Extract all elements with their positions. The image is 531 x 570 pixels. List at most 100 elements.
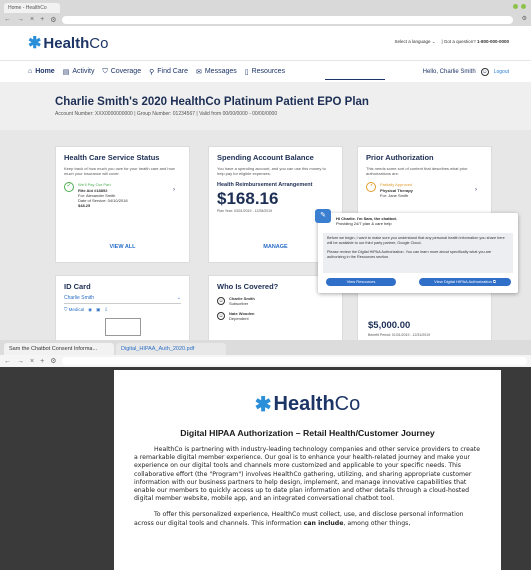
view-resources-button[interactable]: View Resources <box>326 278 396 286</box>
chevron-down-icon: ⌄ <box>176 295 181 301</box>
authorization-patient: For: Jane Smith <box>380 192 409 198</box>
id-card-actions: ⛉ Medical ◉ ▣ ⇩ <box>64 307 181 313</box>
nav-item-home[interactable]: ⌂ Home <box>28 68 55 75</box>
member-row[interactable]: ☺ Nate Wooden Dependent <box>217 311 334 321</box>
minimize-dot-icon[interactable] <box>513 4 518 9</box>
authorization-item[interactable]: ◔ Partially Approved Physical Therapy Fo… <box>366 182 483 198</box>
authorization-service: Physical Therapy <box>380 187 413 193</box>
claim-amount: $48.25 <box>78 203 91 209</box>
phone-number[interactable]: 1-800-000-0000 <box>477 39 509 44</box>
member-row[interactable]: ☺ Charlie Smith Subscriber <box>217 296 334 306</box>
search-icon: ⚲ <box>149 68 155 76</box>
chatbot-header: Hi Charlie. I'm Sam, the chatbot. Provid… <box>336 216 397 226</box>
chat-bubble-icon[interactable]: ✎ <box>315 209 331 223</box>
benefit-amount: $5,000.00 <box>368 320 411 331</box>
document-icon: ▯ <box>244 68 249 76</box>
settings-icon[interactable]: ⚙ <box>50 357 56 365</box>
id-card-card: ID Card Charlie Smith ⌄ ⛉ Medical ◉ ▣ ⇩ <box>55 275 190 340</box>
checkmark-icon: ✓ <box>64 182 74 193</box>
claim-item[interactable]: ✓ We'll Pay Our Part Rite Aid #18892 For… <box>64 182 181 208</box>
card-description: Keep track of how much you owe for your … <box>64 166 175 177</box>
browser-chrome: Sam the Chatbot Consent Informa... Digit… <box>0 340 531 367</box>
new-tab-icon[interactable]: + <box>40 358 44 365</box>
print-icon[interactable]: ▣ <box>96 307 100 313</box>
mail-icon: ✉ <box>195 68 202 76</box>
language-select[interactable]: Select a language ⌄ <box>394 39 435 45</box>
chevron-right-icon[interactable]: › <box>475 187 477 195</box>
site-header: ✱ Health Co Select a language ⌄ | Got a q… <box>0 26 531 60</box>
shield-icon: ⛉ <box>102 67 108 75</box>
address-bar[interactable] <box>62 357 527 365</box>
download-icon[interactable]: ⇩ <box>104 307 108 313</box>
document-title: Digital HIPAA Authorization – Retail Hea… <box>180 428 435 438</box>
address-bar[interactable] <box>62 15 513 24</box>
service-status-card: Health Care Service Status Keep track of… <box>55 146 190 263</box>
chevron-right-icon[interactable]: › <box>173 187 175 195</box>
browser-nav-row: ← → × + ⚙ <box>0 355 531 367</box>
authorization-status: Partially Approved <box>380 182 413 188</box>
account-info: Account Number: XXX0000000000 | Group Nu… <box>55 111 278 117</box>
maximize-dot-icon[interactable] <box>521 4 526 9</box>
back-icon[interactable]: ← <box>4 358 11 365</box>
pdf-page: ✱ Health Co Digital HIPAA Authorization –… <box>114 370 501 570</box>
document-paragraph: To offer this personalized experience, H… <box>134 511 464 527</box>
benefit-period: Benefit Period: 01/01/2019 - 12/31/2019 <box>368 333 431 337</box>
nav-item-activity[interactable]: ▤ Activity <box>63 68 95 76</box>
close-icon[interactable]: × <box>30 16 34 23</box>
asterisk-logo-icon: ✱ <box>28 35 42 52</box>
asterisk-logo-icon: ✱ <box>254 394 272 416</box>
medical-tab[interactable]: ⛉ Medical <box>64 307 84 313</box>
question-label: | Got a question? 1-800-000-0000 <box>441 39 510 44</box>
user-greeting: Hello, Charlie Smith <box>422 68 476 75</box>
chatbot-message: Before we begin, I want to make sure you… <box>323 233 513 273</box>
chatbot-panel: ✎ Hi Charlie. I'm Sam, the chatbot. Prov… <box>315 209 518 293</box>
card-description: This needs some sort of content that des… <box>366 166 468 177</box>
user-avatar-icon[interactable]: ☺ <box>480 67 489 76</box>
settings-icon[interactable]: ⚙ <box>50 16 56 24</box>
person-icon: ☺ <box>217 297 225 305</box>
close-icon[interactable]: × <box>30 358 34 365</box>
view-all-link[interactable]: VIEW ALL <box>56 244 189 250</box>
nav-item-messages[interactable]: ✉ Messages <box>196 68 237 76</box>
view-hipaa-authorization-button[interactable]: View Digital HIPAA Authorization ⧉ <box>419 278 511 286</box>
id-card-thumbnail[interactable] <box>104 318 141 336</box>
home-icon: ⌂ <box>28 68 33 75</box>
card-title: ID Card <box>64 282 91 291</box>
main-nav: ⌂ Home ▤ Activity ⛉ Coverage ⚲ Find Care ✉ Me… <box>0 60 531 82</box>
hra-title: Health Reimbursement Arrangement <box>217 182 313 189</box>
nav-item-coverage[interactable]: ⛉ Coverage <box>102 68 141 76</box>
hra-balance: $168.16 <box>217 189 279 209</box>
menu-icon[interactable]: ⚙ <box>522 15 527 22</box>
browser-tab-home[interactable]: Home - HealthCo <box>4 3 60 13</box>
forward-icon[interactable]: → <box>17 16 24 23</box>
healthco-logo[interactable]: ✱ Health Co <box>28 33 108 53</box>
nav-item-resources[interactable]: ▯ Resources <box>245 68 285 76</box>
document-paragraph: HealthCo is partnering with industry-lea… <box>134 446 481 503</box>
header-utilities: Select a language ⌄ | Got a question? 1-… <box>394 39 509 45</box>
partial-status-icon: ◔ <box>366 182 376 193</box>
new-tab-icon[interactable]: + <box>40 16 44 23</box>
card-description: You have a spending account, and you can… <box>217 166 326 177</box>
logout-link[interactable]: Logout <box>494 69 509 75</box>
card-title: Spending Account Balance <box>217 153 314 162</box>
document-logo: ✱ Health Co <box>254 393 361 416</box>
activity-icon: ▤ <box>62 68 70 76</box>
view-icon[interactable]: ◉ <box>88 307 92 313</box>
pdf-browser-window: Sam the Chatbot Consent Informa... Digit… <box>0 340 531 570</box>
back-icon[interactable]: ← <box>4 16 11 23</box>
browser-nav-row: ← → × + ⚙ <box>0 13 531 26</box>
person-icon: ☺ <box>217 312 225 320</box>
member-select[interactable]: Charlie Smith ⌄ <box>64 295 181 304</box>
card-title: Who Is Covered? <box>217 282 279 291</box>
forward-icon[interactable]: → <box>17 358 24 365</box>
browser-tab-pdf[interactable]: Digital_HIPAA_Auth_2020.pdf <box>116 343 226 355</box>
browser-chrome: Home - HealthCo ← → × + ⚙ ⚙ <box>0 0 531 26</box>
nav-item-find-care[interactable]: ⚲ Find Care <box>149 68 188 76</box>
card-title: Health Care Service Status <box>64 153 160 162</box>
chatbot-subtitle: Providing 24/7 plan & care help <box>336 221 392 226</box>
card-title: Prior Authorization <box>366 153 434 162</box>
browser-tab-consent[interactable]: Sam the Chatbot Consent Informa... <box>4 343 114 355</box>
nav-divider <box>325 79 385 80</box>
portal-browser-window: Home - HealthCo ← → × + ⚙ ⚙ ✱ Health Co S… <box>0 0 531 340</box>
plan-banner: Charlie Smith's 2020 HealthCo Platinum P… <box>0 82 531 130</box>
